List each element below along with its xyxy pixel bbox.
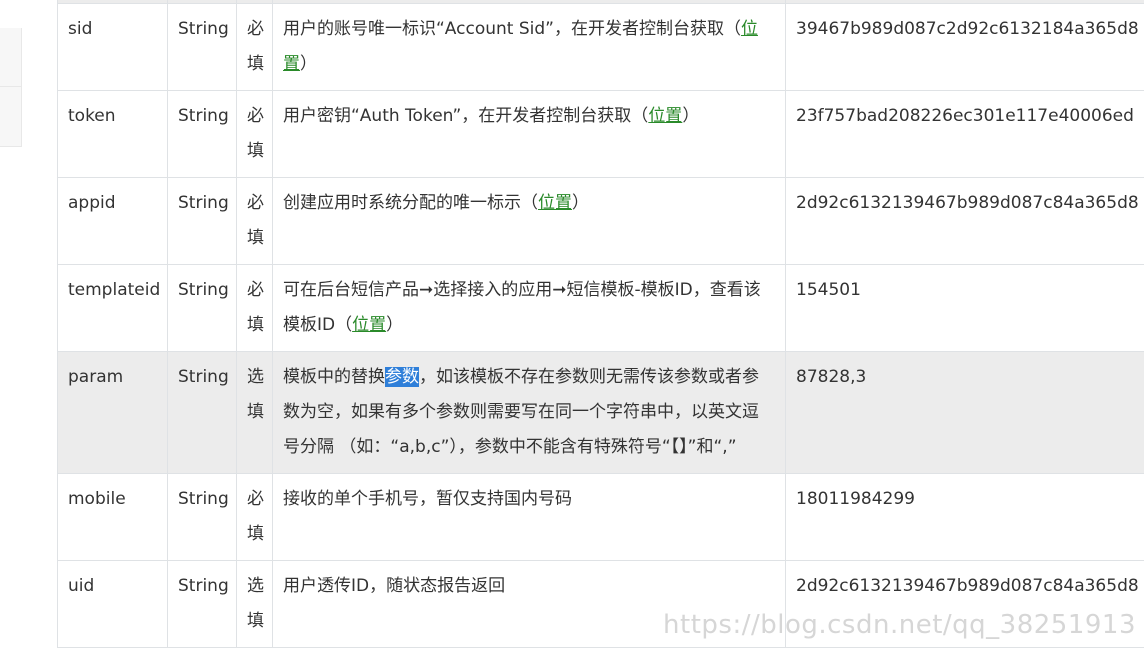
param-example: 18011984299 <box>785 473 1144 561</box>
table-row: token String 必填 用户密钥“Auth Token”，在开发者控制台… <box>57 90 1144 178</box>
location-link[interactable]: 位置 <box>538 193 572 213</box>
param-name: uid <box>57 560 168 648</box>
header-required-fragment: 项 <box>247 0 262 3</box>
param-name: param <box>57 351 168 474</box>
description-text: ） <box>572 193 589 213</box>
param-name: token <box>57 90 168 178</box>
param-example: 2d92c6132139467b989d087c84a365d8 <box>785 177 1144 265</box>
param-example: 23f757bad208226ec301e117e40006ed <box>785 90 1144 178</box>
param-type: String <box>167 90 237 178</box>
param-required: 必填 <box>236 3 273 91</box>
param-description: 模板中的替换参数，如该模板不存在参数则无需传该参数或者参数为空，如果有多个参数则… <box>272 351 786 474</box>
param-description: 用户密钥“Auth Token”，在开发者控制台获取（位置） <box>272 90 786 178</box>
param-example: 154501 <box>785 264 1144 352</box>
description-text: 模板中的替换 <box>283 367 385 387</box>
description-text: ） <box>682 106 700 126</box>
table-row: sid String 必填 用户的账号唯一标识“Account Sid”，在开发… <box>57 3 1144 91</box>
param-description: 用户透传ID，随状态报告返回 <box>272 560 786 648</box>
location-link[interactable]: 位置 <box>352 315 386 335</box>
table-row: appid String 必填 创建应用时系统分配的唯一标示（位置） 2d92c… <box>57 177 1144 265</box>
params-table-container: 项 sid String 必填 用户的账号唯一标识“Account Sid”，在… <box>57 0 1144 649</box>
selected-text[interactable]: 参数 <box>385 367 419 387</box>
params-table: 项 sid String 必填 用户的账号唯一标识“Account Sid”，在… <box>57 0 1144 648</box>
description-text: 用户的账号唯一标识“Account Sid”，在开发者控制台获取（ <box>283 19 741 39</box>
description-text: 用户密钥“Auth Token”，在开发者控制台获取（ <box>283 106 649 126</box>
param-example: 2d92c6132139467b989d087c84a365d8 <box>785 560 1144 648</box>
table-row: templateid String 必填 可在后台短信产品➞选择接入的应用➞短信… <box>57 264 1144 352</box>
param-type: String <box>167 264 237 352</box>
description-text: ） <box>386 315 404 335</box>
param-description: 创建应用时系统分配的唯一标示（位置） <box>272 177 786 265</box>
location-link[interactable]: 位置 <box>648 106 682 126</box>
param-description: 接收的单个手机号，暂仅支持国内号码 <box>272 473 786 561</box>
table-row: uid String 选填 用户透传ID，随状态报告返回 2d92c613213… <box>57 560 1144 648</box>
param-description: 用户的账号唯一标识“Account Sid”，在开发者控制台获取（位置） <box>272 3 786 91</box>
param-required: 必填 <box>236 177 273 265</box>
left-panel-item[interactable] <box>0 87 22 147</box>
param-description: 可在后台短信产品➞选择接入的应用➞短信模板-模板ID，查看该模板ID（位置） <box>272 264 786 352</box>
param-type: String <box>167 560 237 648</box>
param-required: 选填 <box>236 351 273 474</box>
param-example: 87828,3 <box>785 351 1144 474</box>
param-required: 选填 <box>236 560 273 648</box>
param-example: 39467b989d087c2d92c6132184a365d8 <box>785 3 1144 91</box>
param-required: 必填 <box>236 90 273 178</box>
description-text: 创建应用时系统分配的唯一标示（ <box>283 193 538 213</box>
table-row-highlighted: param String 选填 模板中的替换参数，如该模板不存在参数则无需传该参… <box>57 351 1144 474</box>
page: 项 sid String 必填 用户的账号唯一标识“Account Sid”，在… <box>0 0 1144 649</box>
table-row: mobile String 必填 接收的单个手机号，暂仅支持国内号码 18011… <box>57 473 1144 561</box>
param-name: sid <box>57 3 168 91</box>
param-name: templateid <box>57 264 168 352</box>
param-type: String <box>167 473 237 561</box>
param-name: mobile <box>57 473 168 561</box>
param-required: 必填 <box>236 473 273 561</box>
param-name: appid <box>57 177 168 265</box>
description-text: ） <box>300 54 317 74</box>
left-panel-item[interactable] <box>0 28 22 87</box>
param-type: String <box>167 351 237 474</box>
param-type: String <box>167 177 237 265</box>
param-type: String <box>167 3 237 91</box>
param-required: 必填 <box>236 264 273 352</box>
